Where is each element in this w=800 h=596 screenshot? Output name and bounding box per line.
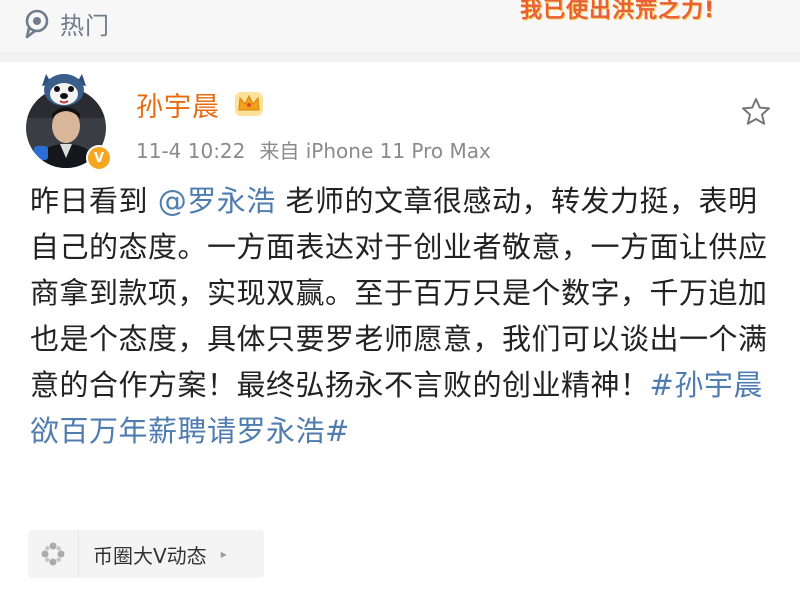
post-content: 昨日看到 @罗永浩 老师的文章很感动，转发力挺，表明自己的态度。一方面表达对于创… (30, 178, 770, 454)
star-icon[interactable] (740, 96, 772, 128)
location-pin-icon (25, 9, 49, 38)
promo-banner: 我已使出洪荒之力! (520, 0, 716, 23)
content-text-1: 昨日看到 (30, 184, 158, 218)
post-author-name[interactable]: 孙宇晨 (136, 85, 220, 124)
verified-badge-icon: V (86, 145, 112, 171)
section-divider (0, 52, 800, 62)
topic-chip-iconbox (28, 530, 79, 578)
chevron-right-icon: ▸ (220, 547, 227, 561)
post-meta: 11-4 10:22 来自 iPhone 11 Pro Max (136, 135, 491, 164)
topic-sparkle-icon (41, 542, 65, 566)
topic-chip[interactable]: 币圈大V动态 ▸ (28, 530, 264, 578)
hot-tab[interactable]: 热门 (24, 6, 110, 41)
post-source: 来自 iPhone 11 Pro Max (259, 139, 491, 163)
post-time: 11-4 10:22 (136, 139, 246, 163)
top-bar: 热门 我已使出洪荒之力! (0, 0, 800, 52)
mascot-decoration (38, 70, 90, 108)
topic-chip-label: 币圈大V动态 (93, 543, 207, 568)
hot-label: 热门 (60, 12, 110, 40)
mention-link[interactable]: @罗永浩 (158, 184, 276, 218)
crown-icon (235, 92, 263, 116)
